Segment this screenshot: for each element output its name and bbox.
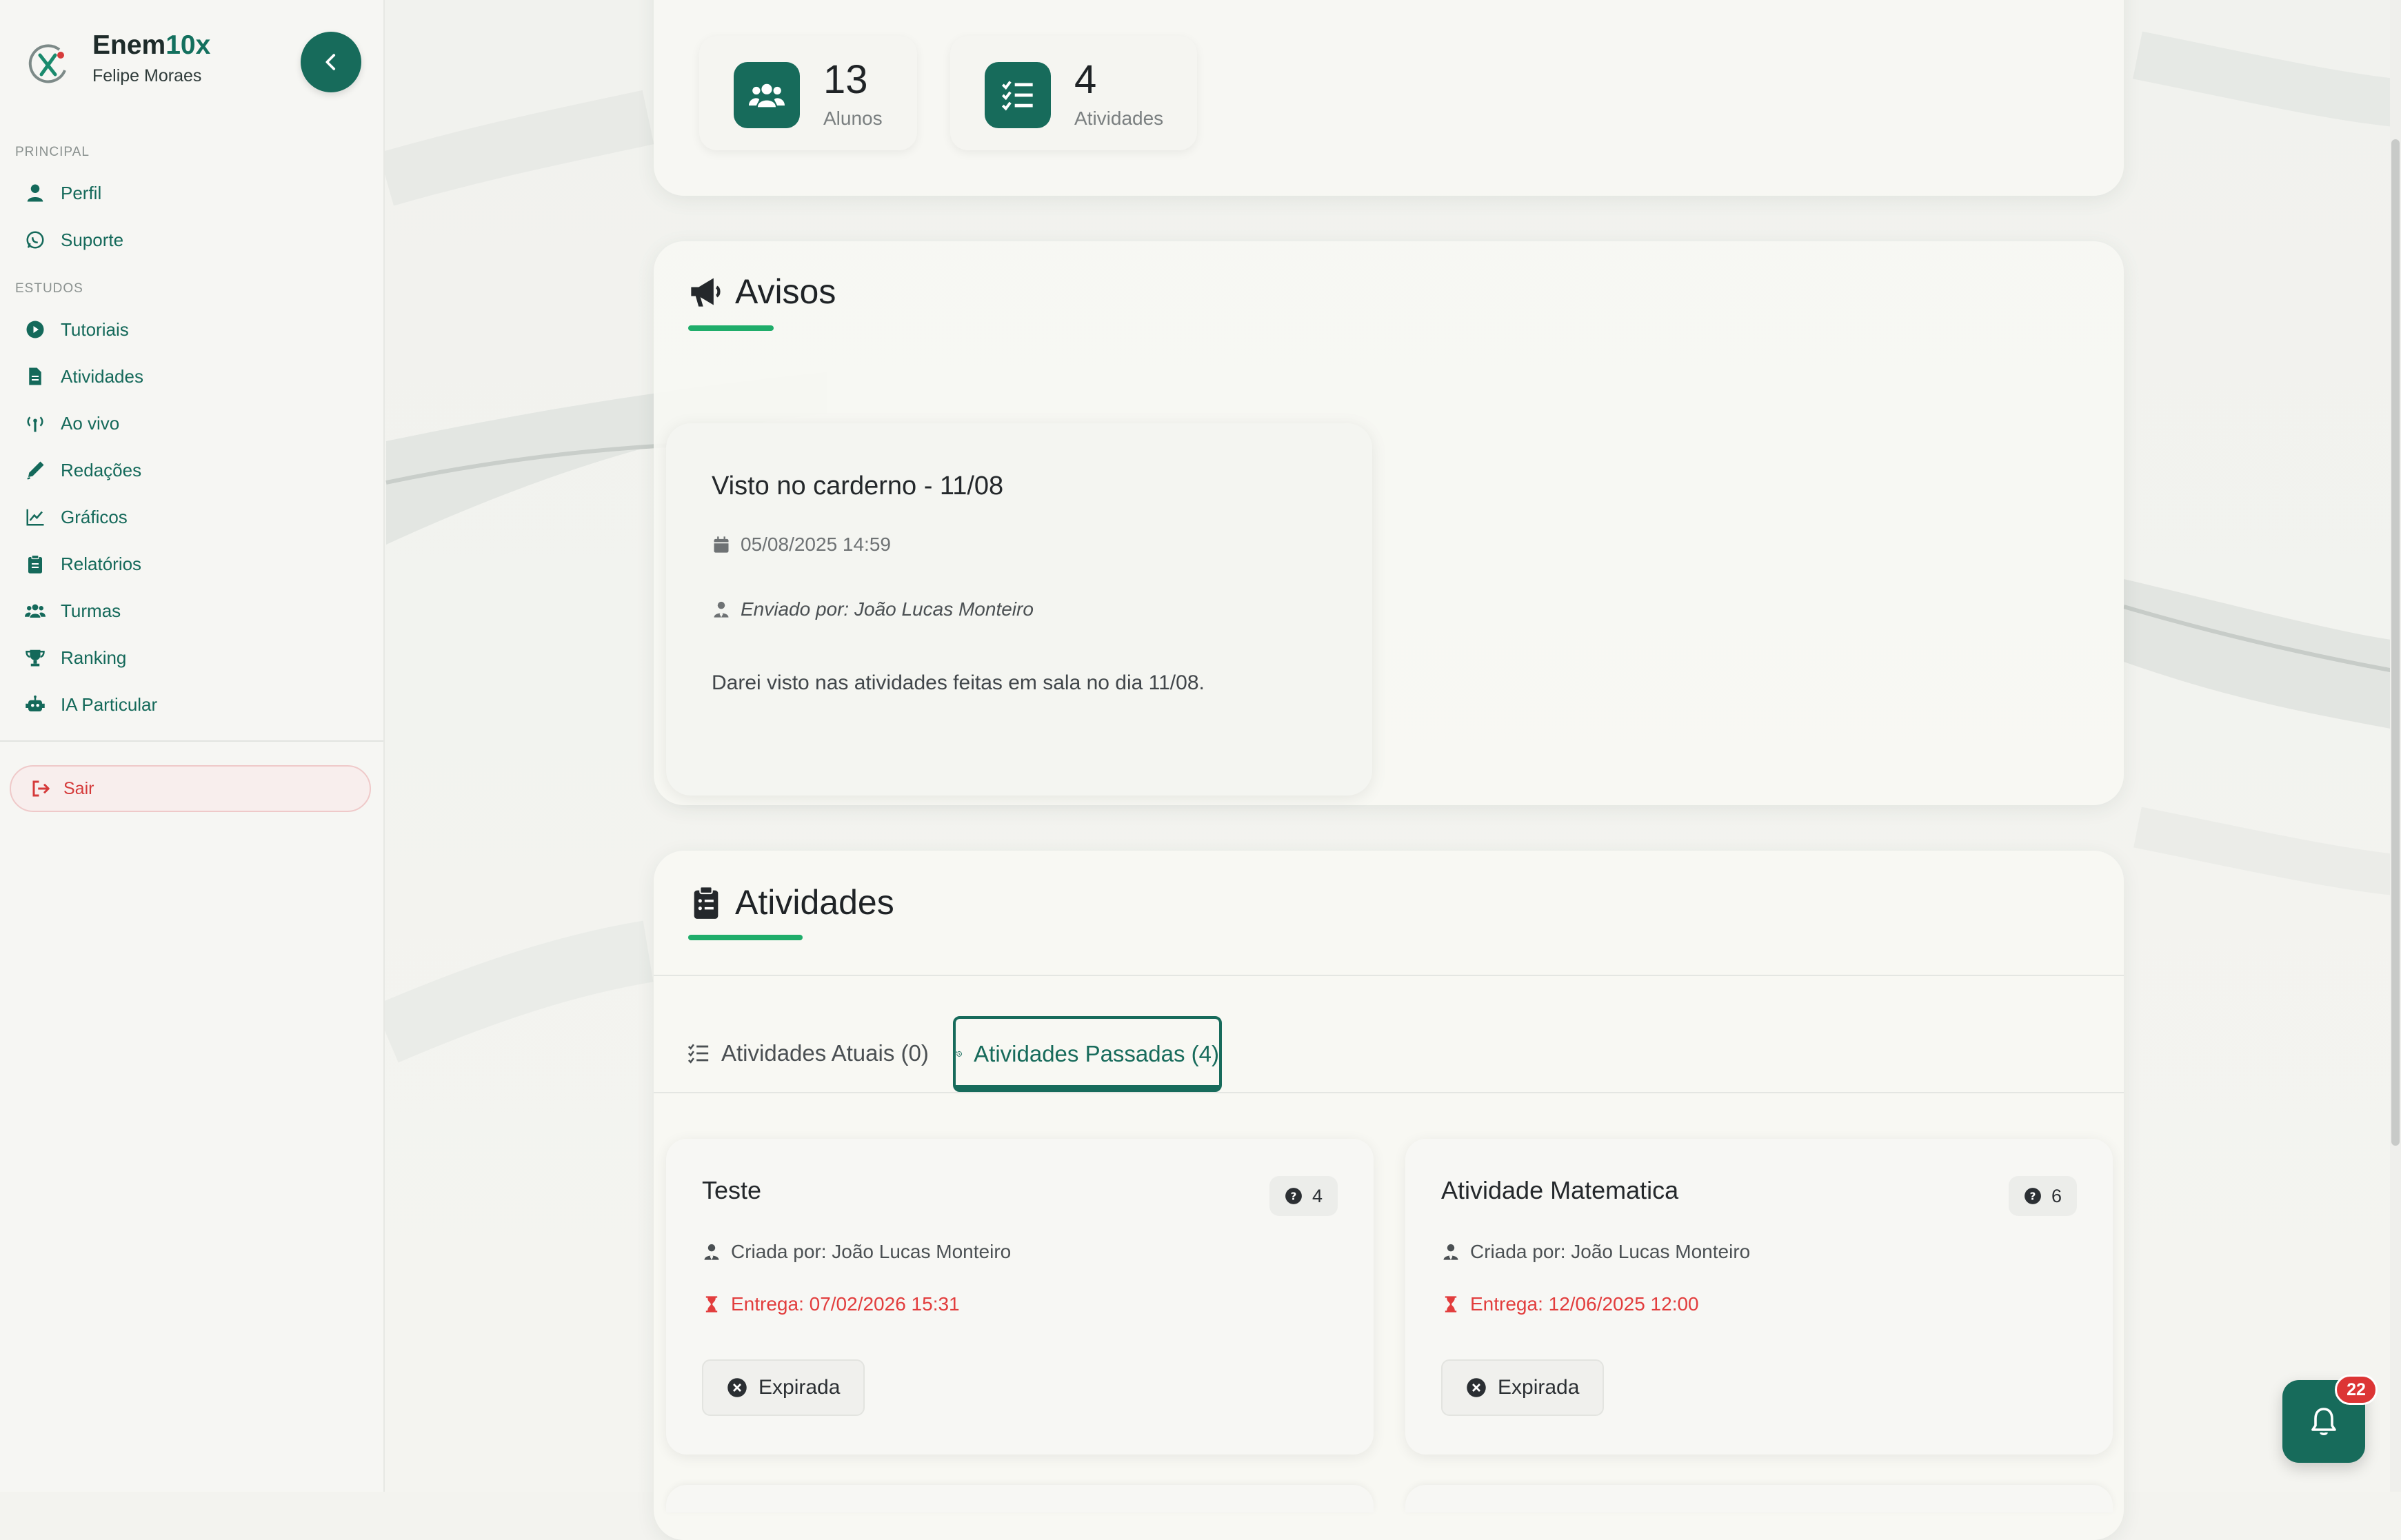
notice-title: Visto no carderno - 11/08	[712, 472, 1004, 500]
notice-date: 05/08/2025 14:59	[712, 534, 891, 556]
stat-value: 4	[1074, 57, 1097, 102]
broadcast-icon	[27, 416, 43, 432]
sidebar-divider	[0, 740, 383, 742]
notifications-button[interactable]: 22	[2282, 1375, 2378, 1463]
notification-count-badge: 22	[2335, 1375, 2378, 1405]
calendar-icon	[714, 536, 729, 553]
whatsapp-icon	[26, 231, 44, 249]
sidebar-item-suporte[interactable]: Suporte	[25, 221, 123, 259]
megaphone-icon	[691, 278, 721, 307]
stat-label: Alunos	[823, 108, 883, 129]
activities-title: Atividades	[688, 882, 894, 922]
activity-title: Atividade Matematica	[1441, 1176, 1679, 1204]
teacher-icon	[1443, 1244, 1458, 1260]
notices-card: Avisos Visto no carderno - 11/08 05/08/2…	[654, 241, 2124, 805]
question-circle-icon: ?	[1285, 1188, 1302, 1204]
activity-due-date: Entrega: 07/02/2026 15:31	[702, 1293, 960, 1315]
section-divider	[654, 975, 2124, 976]
notice-item[interactable]: Visto no carderno - 11/08 05/08/2025 14:…	[666, 423, 1372, 796]
activity-author: Criada por: João Lucas Monteiro	[702, 1241, 1011, 1263]
sidebar-item-ia-particular[interactable]: IA Particular	[25, 685, 157, 724]
sidebar-item-perfil[interactable]: Perfil	[25, 174, 101, 212]
user-name: Felipe Moraes	[92, 66, 202, 85]
section-label-principal: PRINCIPAL	[15, 145, 90, 159]
history-icon	[956, 1051, 962, 1057]
collapse-sidebar-button[interactable]	[301, 32, 361, 92]
sidebar: Enem10x Felipe Moraes PRINCIPAL Perfil S…	[0, 0, 385, 1492]
svg-text:?: ?	[2030, 1190, 2036, 1202]
notice-body: Darei visto nas atividades feitas em sal…	[712, 671, 1205, 694]
teacher-icon	[714, 601, 729, 618]
tabs-border	[654, 1092, 2124, 1093]
x-circle-icon	[727, 1378, 747, 1397]
stat-alunos: 13 Alunos	[699, 36, 917, 150]
play-circle-icon	[26, 321, 44, 338]
question-circle-icon: ?	[2025, 1188, 2041, 1204]
stat-label: Atividades	[1074, 108, 1164, 129]
notice-sender: Enviado por: João Lucas Monteiro	[712, 598, 1034, 620]
svg-text:?: ?	[1291, 1190, 1297, 1202]
logout-button[interactable]: Sair	[10, 765, 371, 812]
activity-author: Criada por: João Lucas Monteiro	[1441, 1241, 1750, 1263]
scrollbar-thumb[interactable]	[2391, 139, 2400, 1146]
activity-title: Teste	[702, 1176, 762, 1204]
stat-value: 13	[823, 57, 868, 102]
users-icon	[749, 83, 785, 108]
title-underline	[688, 325, 774, 331]
activity-card-partial[interactable]	[666, 1485, 1374, 1512]
brand-name: Enem10x	[92, 30, 211, 60]
sidebar-item-ao-vivo[interactable]: Ao vivo	[25, 404, 119, 443]
stats-card: 13 Alunos 4 Atividades	[654, 0, 2124, 196]
robot-icon	[26, 695, 45, 711]
question-count-badge: ? 4	[1269, 1176, 1338, 1216]
hourglass-icon	[705, 1296, 718, 1313]
sidebar-item-graficos[interactable]: Gráficos	[25, 498, 128, 536]
enem10x-logo-icon	[28, 44, 66, 83]
activity-due-date: Entrega: 12/06/2025 12:00	[1441, 1293, 1699, 1315]
stat-atividades: 4 Atividades	[950, 36, 1197, 150]
chevron-left-icon	[325, 54, 336, 70]
question-count-badge: ? 6	[2008, 1176, 2077, 1216]
status-expired-button[interactable]: Expirada	[702, 1359, 865, 1416]
line-chart-icon	[26, 509, 44, 526]
user-icon	[27, 184, 43, 202]
list-check-icon	[687, 1044, 709, 1064]
users-icon	[25, 604, 46, 618]
page-scrollbar[interactable]	[2390, 0, 2401, 1492]
status-expired-button[interactable]: Expirada	[1441, 1359, 1605, 1416]
activity-card-atividade-matematica[interactable]: Atividade Matematica ? 6 Criada por: Joã…	[1405, 1139, 2113, 1455]
teacher-icon	[704, 1244, 719, 1260]
file-icon	[29, 367, 41, 385]
hourglass-icon	[1445, 1296, 1457, 1313]
clipboard-list-icon	[694, 886, 719, 919]
title-underline	[688, 935, 803, 940]
sign-out-icon	[32, 780, 50, 797]
activity-card-teste[interactable]: Teste ? 4 Criada por: João Lucas Monteir…	[666, 1139, 1374, 1455]
sidebar-item-tutoriais[interactable]: Tutoriais	[25, 310, 129, 349]
tab-atividades-passadas[interactable]: Atividades Passadas (4)	[953, 1016, 1222, 1092]
sidebar-item-redacoes[interactable]: Redações	[25, 451, 141, 489]
tab-atividades-atuais[interactable]: Atividades Atuais (0)	[687, 1020, 929, 1086]
sidebar-item-ranking[interactable]: Ranking	[25, 638, 126, 677]
clipboard-icon	[28, 554, 42, 574]
sidebar-item-atividades[interactable]: Atividades	[25, 357, 143, 396]
sidebar-item-relatorios[interactable]: Relatórios	[25, 545, 141, 583]
notices-title: Avisos	[688, 272, 836, 312]
activity-card-partial[interactable]	[1405, 1485, 2113, 1512]
bell-icon	[2311, 1408, 2336, 1436]
trophy-icon	[26, 649, 45, 667]
pen-icon	[27, 461, 44, 480]
x-circle-icon	[1467, 1378, 1486, 1397]
list-check-icon	[1001, 81, 1033, 111]
sidebar-item-turmas[interactable]: Turmas	[25, 591, 121, 630]
section-label-estudos: ESTUDOS	[15, 281, 83, 296]
